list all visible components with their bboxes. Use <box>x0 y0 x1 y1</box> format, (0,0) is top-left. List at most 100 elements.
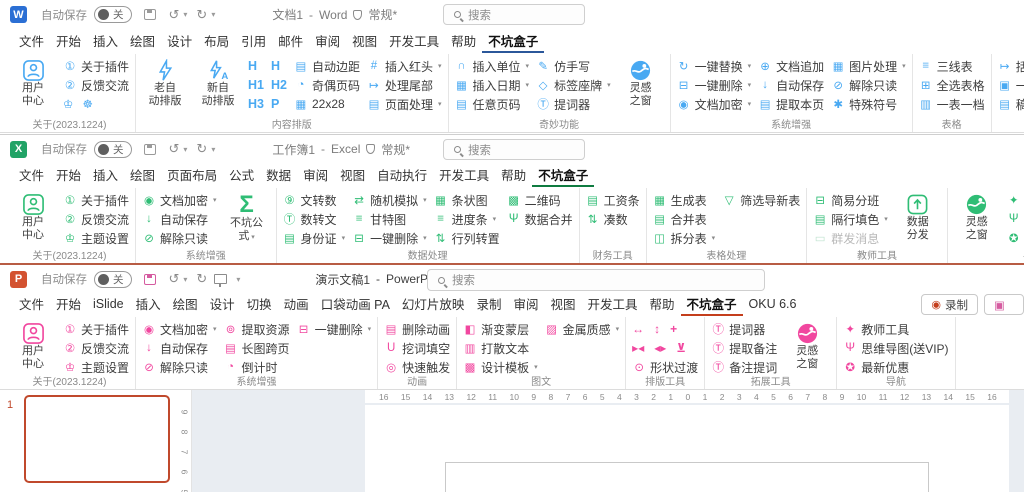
word-menu-tab-8[interactable]: 审阅 <box>309 31 346 53</box>
excel-ribbon-item-g1-c0-0[interactable]: ◉文档加密▾ <box>142 191 217 209</box>
excel-ribbon-item-g4-c0-2[interactable]: ◫拆分表▾ <box>653 229 716 247</box>
word-menu-tab-0[interactable]: 文件 <box>13 31 50 53</box>
excel-ribbon-item-g4-c1-0[interactable]: ▽筛选导新表 <box>722 191 800 209</box>
ppt-search-input[interactable]: 搜索 <box>427 269 765 291</box>
word-ribbon-item-g4-c0-0[interactable]: ≡三线表 <box>919 57 985 75</box>
word-ribbon-item-g3-c0-1[interactable]: ⊟一键删除▾ <box>677 76 752 94</box>
word-ribbon-item-g1-c2-1[interactable]: H1 <box>248 76 264 94</box>
word-sensitivity-shield-icon[interactable] <box>353 10 362 20</box>
word-undo-caret-icon[interactable]: ▾ <box>183 10 187 19</box>
word-ribbon-item-g1-c5-1[interactable]: ↦处理尾部 <box>367 76 442 94</box>
excel-ribbon-item-g0-c1-2[interactable]: ♔主题设置 <box>63 229 129 247</box>
word-search-input[interactable]: 搜索 <box>443 4 585 25</box>
excel-menu-tab-4[interactable]: 页面布局 <box>161 165 223 187</box>
ppt-ribbon-item-g6-c0-0[interactable]: ✦教师工具 <box>843 320 948 338</box>
word-ribbon-item-g3-c0-2[interactable]: ◉文档加密▾ <box>677 95 752 113</box>
word-ribbon-item-g2-c0-0[interactable]: ∩插入单位▾ <box>455 57 530 75</box>
excel-ribbon-item-g2-c1-1[interactable]: ≡甘特图 <box>352 210 427 228</box>
word-autosave-toggle[interactable]: 关 <box>94 6 132 23</box>
ppt-menu-tab-4[interactable]: 绘图 <box>167 294 204 316</box>
word-ribbon-item-g1-c4-2[interactable]: ▦22x28 <box>294 95 360 113</box>
word-ribbon-item-g1-c5-0[interactable]: #插入红头▾ <box>367 57 442 75</box>
word-big-button-g1-0[interactable]: 老自动排版 <box>142 57 188 119</box>
ppt-menu-tab-9[interactable]: 幻灯片放映 <box>396 294 471 316</box>
excel-menu-tab-10[interactable]: 开发工具 <box>433 165 495 187</box>
word-ribbon-item-g1-c3-2[interactable]: P <box>271 95 287 113</box>
word-menu-tab-4[interactable]: 设计 <box>161 31 198 53</box>
excel-big-button-g1-1[interactable]: Σ不坑公式 ▾ <box>224 191 270 250</box>
excel-ribbon-item-g2-c1-0[interactable]: ⇄随机模拟▾ <box>352 191 427 209</box>
word-big-button-g1-1[interactable]: A新自动排版 <box>195 57 241 119</box>
ppt-big-button-g5-1[interactable]: 灵感之窗 <box>784 320 830 376</box>
slide-thumbnail[interactable] <box>24 395 170 483</box>
ppt-ribbon-item-g1-c0-0[interactable]: ◉文档加密▾ <box>142 320 217 338</box>
ppt-ribbon-options-caret-icon[interactable]: ▾ <box>236 275 240 284</box>
excel-ribbon-item-g0-c1-1[interactable]: ②反馈交流 <box>63 210 129 228</box>
word-menu-tab-3[interactable]: 绘图 <box>124 31 161 53</box>
word-menu-tab-6[interactable]: 引用 <box>235 31 272 53</box>
word-ribbon-item-g1-c2-2[interactable]: H3 <box>248 95 264 113</box>
word-ribbon-item-g4-c0-2[interactable]: ▥一表一档 <box>919 95 985 113</box>
excel-search-input[interactable]: 搜索 <box>443 139 585 160</box>
ppt-slideshow-icon[interactable] <box>214 274 227 284</box>
ppt-menu-tab-7[interactable]: 动画 <box>278 294 315 316</box>
excel-ribbon-item-g6-c1-0[interactable]: ✦教师工具 <box>1007 191 1024 209</box>
excel-ribbon-item-g5-c0-1[interactable]: ▤隔行填色▾ <box>813 210 888 228</box>
ppt-undo-icon[interactable]: ↺ <box>169 271 180 287</box>
word-ribbon-item-g2-c1-0[interactable]: ✎仿手写 <box>536 57 611 75</box>
word-redo-icon[interactable]: ↻ <box>196 7 207 23</box>
word-ribbon-item-g1-c3-0[interactable]: H <box>271 57 287 75</box>
excel-ribbon-item-g3-c0-1[interactable]: ⇅凑数 <box>586 210 640 228</box>
word-ribbon-item-g3-c2-1[interactable]: ⊘解除只读 <box>831 76 906 94</box>
word-menu-tab-2[interactable]: 插入 <box>87 31 124 53</box>
text-placeholder-outline[interactable] <box>445 462 929 492</box>
excel-menu-tab-6[interactable]: 数据 <box>260 165 297 187</box>
excel-ribbon-item-g2-c0-1[interactable]: Ⓣ数转文 <box>283 210 346 228</box>
excel-ribbon-item-g6-c1-2[interactable]: ✪最新优惠 <box>1007 229 1024 247</box>
ppt-ribbon-item-g3-c1-0[interactable]: ▨金属质感▾ <box>545 320 620 338</box>
excel-menu-tab-1[interactable]: 开始 <box>50 165 87 187</box>
excel-ribbon-item-g2-c2-1[interactable]: ≡进度条▾ <box>434 210 500 228</box>
ppt-ribbon-item-g5-c0-1[interactable]: Ⓣ提取备注 <box>711 339 777 357</box>
excel-ribbon-item-g1-c0-1[interactable]: ↓自动保存 <box>142 210 217 228</box>
excel-save-icon[interactable] <box>144 144 156 155</box>
word-ribbon-item-g1-c2-0[interactable]: H <box>248 57 264 75</box>
word-ribbon-item-g4-c0-1[interactable]: ⊞全选表格 <box>919 76 985 94</box>
ppt-ribbon-item-g5-c0-0[interactable]: Ⓣ提词器 <box>711 320 777 338</box>
excel-autosave-toggle[interactable]: 关 <box>94 141 132 158</box>
word-ribbon-item-g1-c3-1[interactable]: H2 <box>271 76 287 94</box>
ppt-ribbon-item-g2-c0-1[interactable]: U挖词填空 <box>384 339 450 357</box>
ppt-ribbon-item-g1-c0-1[interactable]: ↓自动保存 <box>142 339 217 357</box>
excel-ribbon-item-g2-c2-2[interactable]: ⇅行列转置 <box>434 229 500 247</box>
ppt-ribbon-item-g1-c1-1[interactable]: ▤长图跨页 <box>224 339 290 357</box>
word-ribbon-item-g3-c2-0[interactable]: ▦图片处理▾ <box>831 57 906 75</box>
ppt-ribbon-item-g3-c0-0[interactable]: ◧渐变蒙层 <box>463 320 538 338</box>
word-menu-tab-7[interactable]: 邮件 <box>272 31 309 53</box>
ppt-redo-icon[interactable]: ↻ <box>196 271 207 287</box>
excel-ribbon-item-g6-c1-1[interactable]: Ψ思维导图(送VIP) <box>1007 210 1024 228</box>
excel-ribbon-item-g4-c0-0[interactable]: ▦生成表 <box>653 191 716 209</box>
ppt-menu-tab-3[interactable]: 插入 <box>130 294 167 316</box>
word-ribbon-item-g2-c1-1[interactable]: ◇标签座牌▾ <box>536 76 611 94</box>
excel-ribbon-item-g0-c1-0[interactable]: ①关于插件 <box>63 191 129 209</box>
excel-ribbon-item-g1-c0-2[interactable]: ⊘解除只读 <box>142 229 217 247</box>
ppt-menu-tab-0[interactable]: 文件 <box>13 294 50 316</box>
ppt-menu-tab-10[interactable]: 录制 <box>470 294 507 316</box>
excel-ribbon-item-g2-c0-2[interactable]: ▤身份证▾ <box>283 229 346 247</box>
ppt-ribbon-item-g1-c1-0[interactable]: ⊚提取资源 <box>224 320 290 338</box>
ppt-menu-tab-12[interactable]: 视图 <box>544 294 581 316</box>
slide-editing-surface[interactable] <box>365 405 1009 492</box>
excel-big-button-g0-0[interactable]: 用户中心 <box>10 191 56 250</box>
ppt-menu-tab-14[interactable]: 帮助 <box>644 294 681 316</box>
word-menu-tab-1[interactable]: 开始 <box>50 31 87 53</box>
excel-menu-tab-0[interactable]: 文件 <box>13 165 50 187</box>
ppt-ribbon-item-g3-c0-1[interactable]: ▥打散文本 <box>463 339 538 357</box>
ppt-big-button-g0-0[interactable]: 用户中心 <box>10 320 56 376</box>
word-ribbon-item-g3-c1-0[interactable]: ⊕文档追加 <box>758 57 824 75</box>
word-ribbon-item-g2-c1-2[interactable]: Ⓣ提词器 <box>536 95 611 113</box>
excel-sensitivity-shield-icon[interactable] <box>366 144 375 154</box>
ppt-menu-tab-8[interactable]: 口袋动画 PA <box>315 294 396 316</box>
excel-menu-tab-9[interactable]: 自动执行 <box>371 165 433 187</box>
ppt-ribbon-item-g0-c1-1[interactable]: ②反馈交流 <box>63 339 129 357</box>
word-save-icon[interactable] <box>144 9 156 20</box>
